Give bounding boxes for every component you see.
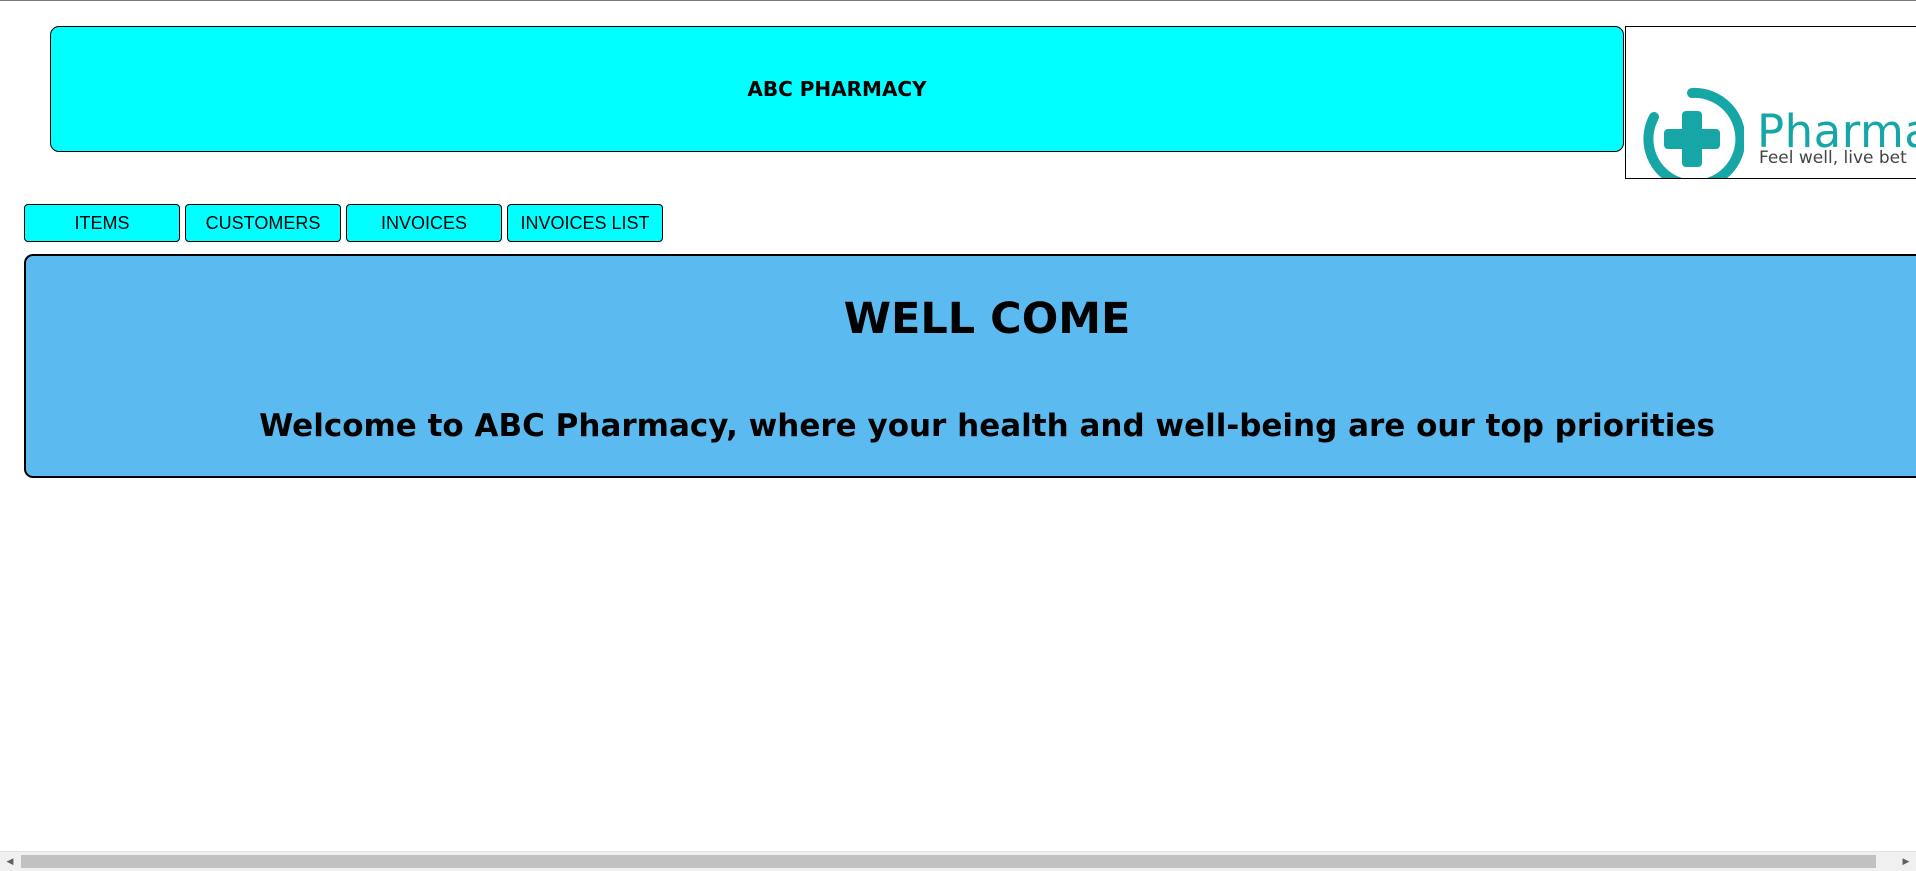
medical-cross-icon [1643, 87, 1744, 178]
welcome-heading: WELL COME [843, 294, 1131, 344]
scrollbar-thumb[interactable] [21, 855, 1876, 868]
customers-button[interactable]: CUSTOMERS [185, 204, 341, 242]
horizontal-scrollbar[interactable]: ◀ ▶ [0, 851, 1916, 871]
welcome-panel: WELL COME Welcome to ABC Pharmacy, where… [24, 254, 1916, 478]
main-nav: ITEMS CUSTOMERS INVOICES INVOICES LIST [24, 204, 663, 242]
logo-tagline: Feel well, live bet [1759, 148, 1907, 168]
pharmacy-logo: Pharma Feel well, live bet [1625, 26, 1916, 179]
invoices-button[interactable]: INVOICES [346, 204, 502, 242]
header-banner: ABC PHARMACY [50, 26, 1624, 152]
page: ABC PHARMACY Pharma Feel well, live bet … [0, 0, 1916, 871]
invoices-list-button[interactable]: INVOICES LIST [507, 204, 663, 242]
chevron-right-icon[interactable]: ▶ [1896, 852, 1916, 871]
items-button[interactable]: ITEMS [24, 204, 180, 242]
chevron-left-icon[interactable]: ◀ [0, 852, 20, 871]
welcome-message: Welcome to ABC Pharmacy, where your heal… [259, 408, 1715, 444]
page-title: ABC PHARMACY [747, 77, 927, 101]
